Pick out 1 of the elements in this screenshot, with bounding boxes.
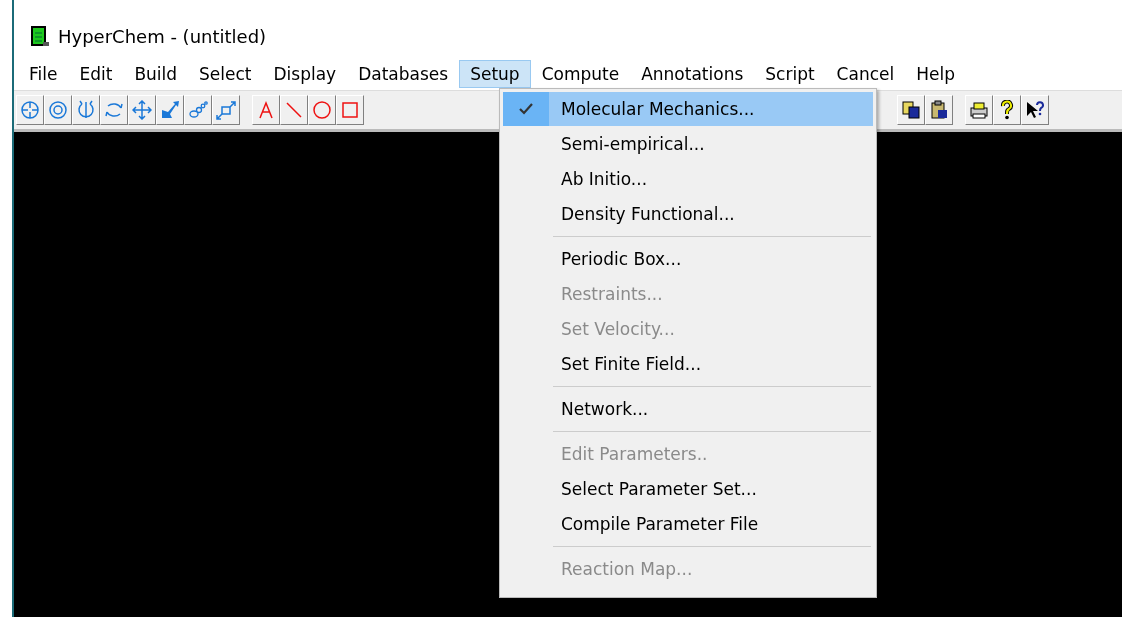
window-title: HyperChem - (untitled) xyxy=(58,25,267,47)
